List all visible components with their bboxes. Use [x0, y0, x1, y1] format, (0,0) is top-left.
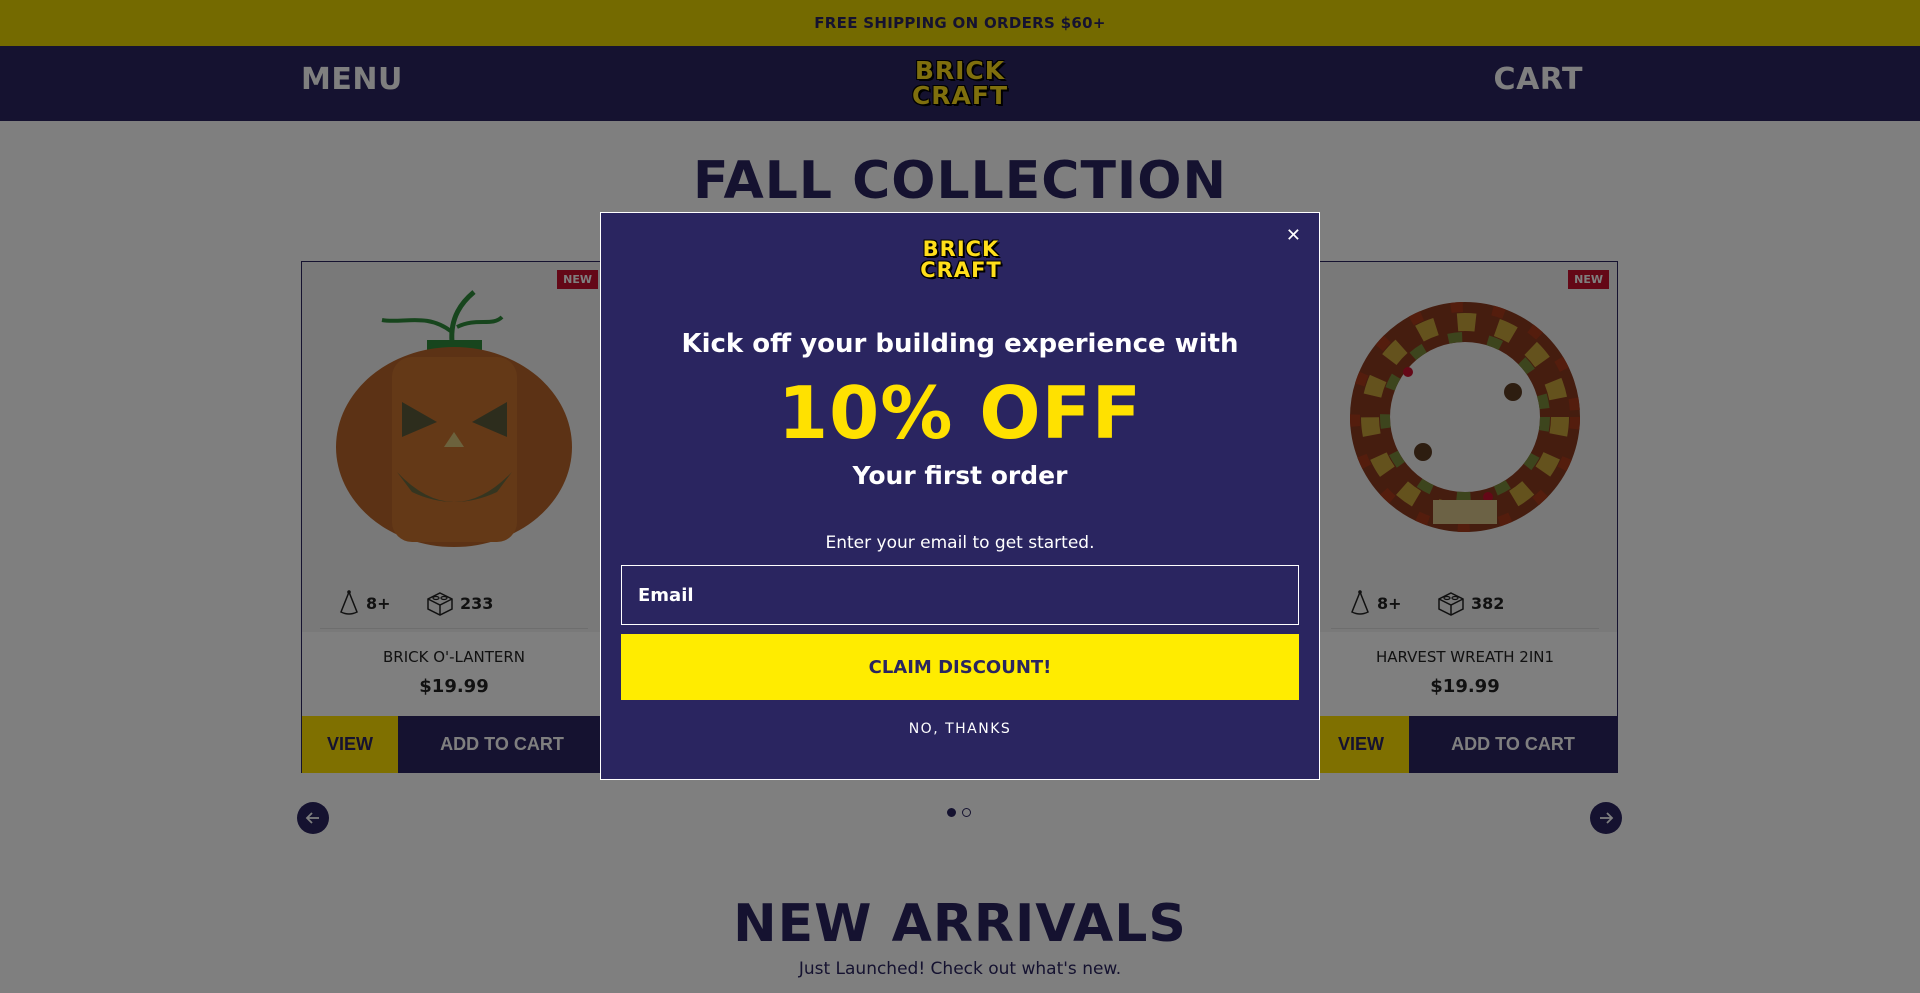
modal-logo: BRICK CRAFT: [917, 233, 1005, 287]
no-thanks-link[interactable]: NO, THANKS: [601, 721, 1319, 737]
logo-line-1: BRICK: [922, 237, 1000, 261]
claim-discount-button[interactable]: CLAIM DISCOUNT!: [621, 634, 1299, 700]
email-input[interactable]: [621, 565, 1299, 625]
modal-subheadline: Your first order: [852, 461, 1068, 490]
email-prompt: Enter your email to get started.: [825, 533, 1095, 553]
logo-line-2: CRAFT: [920, 258, 1002, 282]
close-icon[interactable]: ✕: [1286, 225, 1301, 246]
modal-headline: Kick off your building experience with: [681, 329, 1239, 359]
discount-modal: ✕ BRICK CRAFT Kick off your building exp…: [600, 212, 1320, 780]
discount-offer: 10% OFF: [778, 371, 1142, 455]
